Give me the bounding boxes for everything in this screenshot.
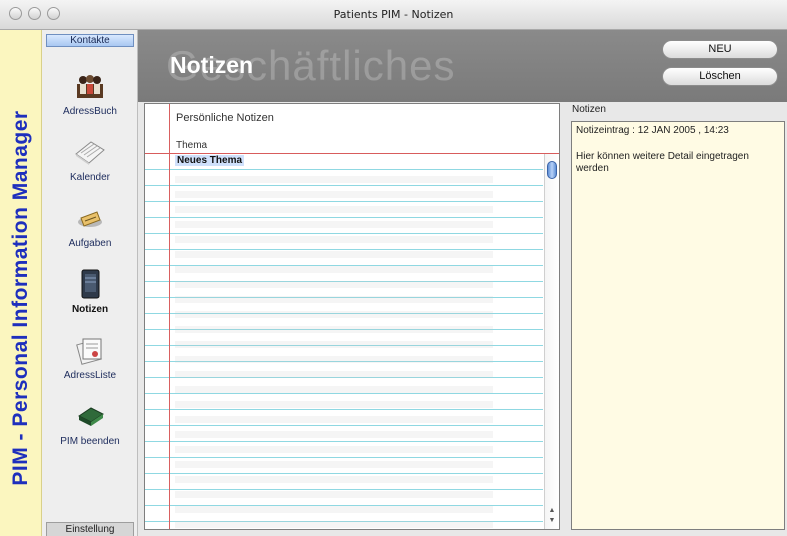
sidebar: Kontakte AdressBuch Kalender Aufgaben No…	[42, 30, 138, 536]
sidebar-item-kalender[interactable]: Kalender	[42, 136, 138, 183]
quit-book-icon	[78, 407, 104, 426]
tab-contacts[interactable]: Kontakte	[46, 34, 134, 47]
sidebar-item-adressliste[interactable]: AdressListe	[42, 334, 138, 381]
sidebar-item-pim-beenden[interactable]: PIM beenden	[42, 400, 138, 447]
notes-panel-title: Notizen	[572, 104, 606, 115]
app-banner: PIM - Personal Information Manager	[0, 30, 42, 536]
scrollbar-thumb[interactable]	[547, 161, 557, 179]
notebook-list[interactable]: Persönliche Notizen Thema Neues Thema ▲ …	[144, 103, 560, 530]
page-header: Geschäftliches Notizen NEU Löschen	[138, 30, 787, 102]
note-entry-header: Notizeintrag : 12 JAN 2005 , 14:23	[576, 125, 729, 136]
list-item[interactable]: Neues Thema	[175, 155, 245, 166]
window-title: Patients PIM - Notizen	[333, 8, 454, 21]
window-titlebar: Patients PIM - Notizen	[0, 0, 787, 30]
ruled-shade	[175, 168, 493, 529]
delete-button[interactable]: Löschen	[662, 67, 778, 86]
notebook-header: Persönliche Notizen Thema	[145, 104, 559, 154]
margin-line	[169, 104, 170, 529]
scroll-up-arrow-icon[interactable]: ▲	[547, 506, 557, 515]
banner-text: PIM - Personal Information Manager	[9, 110, 32, 486]
address-list-icon	[76, 338, 102, 365]
sidebar-item-label: AdressListe	[63, 370, 117, 381]
sidebar-item-aufgaben[interactable]: Aufgaben	[42, 202, 138, 249]
calendar-icon	[75, 141, 105, 165]
notebook-heading: Persönliche Notizen	[176, 112, 274, 124]
address-book-icon	[77, 75, 103, 98]
sidebar-item-label: Notizen	[71, 304, 109, 315]
notebook-scrollbar[interactable]: ▲ ▼	[544, 154, 559, 529]
page-title: Notizen	[170, 52, 254, 78]
notes-icon	[81, 269, 100, 299]
notes-textarea[interactable]: Notizeintrag : 12 JAN 2005 , 14:23 Hier …	[571, 121, 785, 530]
note-entry-body: Hier können weitere Detail eingetragen w…	[576, 151, 749, 174]
new-button[interactable]: NEU	[662, 40, 778, 59]
sidebar-item-label: Aufgaben	[68, 238, 112, 249]
sidebar-item-notizen[interactable]: Notizen	[42, 268, 138, 315]
sidebar-item-label: Kalender	[69, 172, 111, 183]
sidebar-item-adressbuch[interactable]: AdressBuch	[42, 70, 138, 117]
sidebar-item-label: PIM beenden	[60, 436, 120, 447]
tasks-icon	[78, 211, 102, 227]
sidebar-item-label: AdressBuch	[63, 106, 117, 117]
tab-settings[interactable]: Einstellung	[46, 522, 134, 536]
scroll-down-arrow-icon[interactable]: ▼	[547, 516, 557, 525]
topic-column-label: Thema	[176, 140, 208, 151]
notes-panel: Notizen Notizeintrag : 12 JAN 2005 , 14:…	[569, 103, 787, 530]
